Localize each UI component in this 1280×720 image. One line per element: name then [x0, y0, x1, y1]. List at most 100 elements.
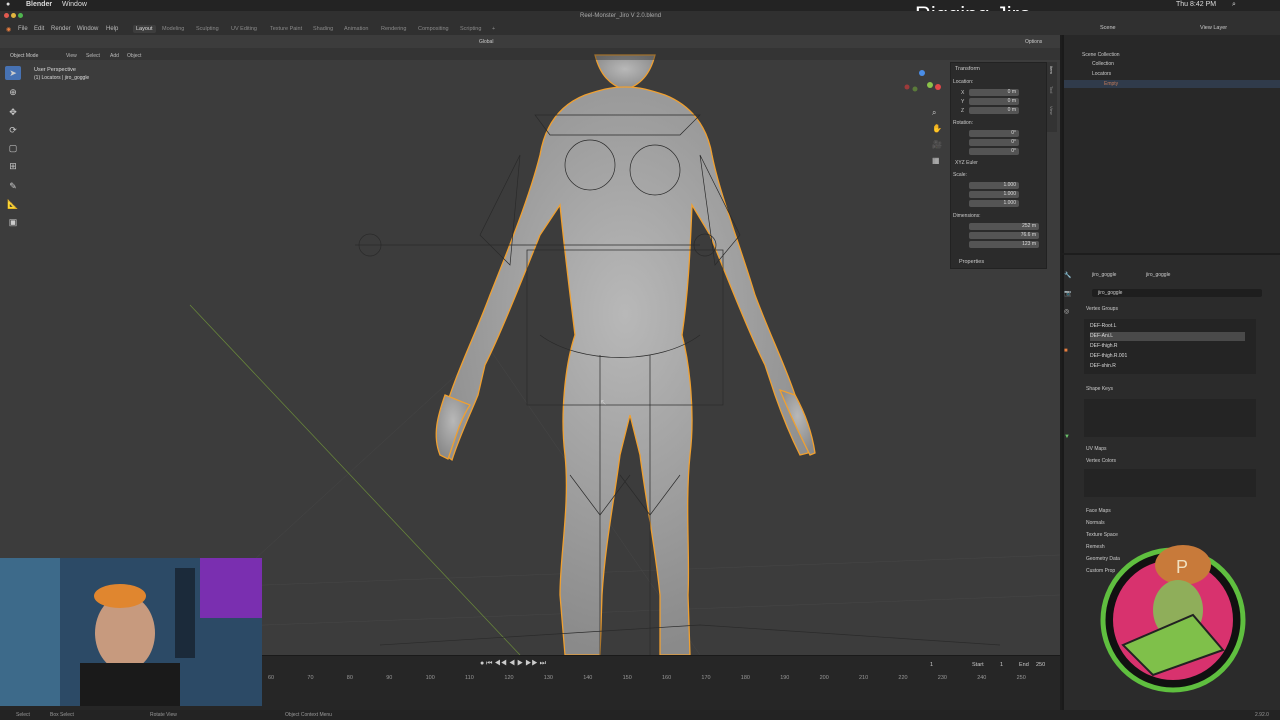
search-icon[interactable]: ⌕ — [1232, 1, 1236, 9]
vertex-colors-header[interactable]: Vertex Colors — [1086, 458, 1116, 464]
data-breadcrumb: jiro_goggle — [1146, 272, 1171, 278]
tab-uv-editing[interactable]: UV Editing — [231, 26, 257, 32]
uv-maps-header[interactable]: UV Maps — [1086, 446, 1107, 452]
add-workspace-button[interactable]: + — [492, 26, 495, 32]
object-tab-icon[interactable]: ■ — [1064, 348, 1068, 354]
playback-controls[interactable]: ● ⏮ ◀◀ ◀ ▶ ▶▶ ⏭ — [480, 660, 546, 668]
status-bar: Select Box Select Rotate View Object Con… — [0, 710, 1280, 720]
timeline-tick-label: 220 — [898, 675, 908, 681]
start-frame-field[interactable]: 1 — [1000, 662, 1003, 668]
tab-animation[interactable]: Animation — [344, 26, 368, 32]
vertex-group-item-active[interactable]: DEF-Ani.L — [1090, 332, 1245, 341]
mac-window-menu[interactable]: Window — [62, 1, 87, 8]
transform-tool-icon[interactable]: ⊞ — [5, 159, 21, 173]
scene-tab-icon[interactable]: ◎ — [1064, 308, 1069, 315]
add-menu[interactable]: Add — [110, 53, 119, 59]
scene-selector[interactable]: Scene — [1100, 25, 1116, 31]
scale-z-field[interactable]: 1.000 — [969, 200, 1019, 207]
tab-scripting[interactable]: Scripting — [460, 26, 481, 32]
view-menu[interactable]: View — [66, 53, 77, 59]
mode-selector[interactable]: Object Mode — [10, 53, 38, 59]
minimize-window-button[interactable] — [11, 13, 16, 18]
add-cube-tool-icon[interactable]: ▣ — [5, 215, 21, 229]
dimensions-x-field[interactable]: 252 m — [969, 223, 1039, 230]
tab-modeling[interactable]: Modeling — [162, 26, 184, 32]
outliner-item-locators[interactable]: Locators — [1092, 71, 1111, 77]
rotate-tool-icon[interactable]: ⟳ — [5, 123, 21, 137]
rotation-z-field[interactable]: 0° — [969, 148, 1019, 155]
tab-shading[interactable]: Shading — [313, 26, 333, 32]
dimensions-z-field[interactable]: 123 m — [969, 241, 1039, 248]
location-x-field[interactable]: 0 m — [969, 89, 1019, 96]
shape-keys-header[interactable]: Shape Keys — [1086, 386, 1113, 392]
face-maps-header[interactable]: Face Maps — [1086, 508, 1111, 514]
measure-tool-icon[interactable]: 📐 — [5, 197, 21, 211]
blender-logo-icon[interactable]: ◉ — [6, 26, 11, 33]
tab-rendering[interactable]: Rendering — [381, 26, 406, 32]
end-frame-field[interactable]: 250 — [1036, 662, 1045, 668]
zoom-view-icon[interactable]: ⌕ — [932, 108, 936, 118]
current-frame-field[interactable]: 1 — [930, 662, 933, 668]
timeline-tick-label: 60 — [268, 675, 275, 681]
status-version: 2.92.0 — [1255, 712, 1269, 718]
outliner-item-collection[interactable]: Collection — [1092, 61, 1114, 67]
tool-tab-icon[interactable]: 🔧 — [1064, 272, 1071, 279]
rotation-mode-dropdown[interactable]: XYZ Euler — [955, 160, 978, 166]
cursor-tool-icon[interactable]: ⊕ — [5, 85, 21, 99]
mac-app-name[interactable]: Blender — [26, 1, 52, 8]
menu-render[interactable]: Render — [51, 26, 71, 32]
rotation-x-field[interactable]: 0° — [969, 130, 1019, 137]
move-tool-icon[interactable]: ✥ — [5, 105, 21, 119]
outliner-scene-collection[interactable]: Scene Collection — [1082, 52, 1120, 58]
options-dropdown[interactable]: Options — [1025, 39, 1042, 45]
normals-header[interactable]: Normals — [1086, 520, 1105, 526]
ortho-toggle-icon[interactable]: ▦ — [932, 156, 940, 165]
close-window-button[interactable] — [4, 13, 9, 18]
menu-window[interactable]: Window — [77, 26, 98, 32]
tab-item[interactable]: Item — [1049, 66, 1054, 74]
scale-x-field[interactable]: 1.000 — [969, 182, 1019, 189]
zoom-window-button[interactable] — [18, 13, 23, 18]
menu-help[interactable]: Help — [106, 26, 118, 32]
navigation-gizmo[interactable] — [904, 70, 942, 92]
select-tool-icon[interactable]: ➤ — [5, 66, 21, 80]
perspective-label: User Perspective — [34, 67, 76, 73]
menu-file[interactable]: File — [18, 26, 28, 32]
timeline-tick-label: 120 — [504, 675, 514, 681]
tab-texture-paint[interactable]: Texture Paint — [270, 26, 302, 32]
scale-label: Scale: — [953, 172, 967, 178]
select-menu[interactable]: Select — [86, 53, 100, 59]
location-y-field[interactable]: 0 m — [969, 98, 1019, 105]
location-z-field[interactable]: 0 m — [969, 107, 1019, 114]
tab-sculpting[interactable]: Sculpting — [196, 26, 219, 32]
annotate-tool-icon[interactable]: ✎ — [5, 179, 21, 193]
render-tab-icon[interactable]: 📷 — [1064, 290, 1071, 297]
tab-tool[interactable]: Tool — [1049, 86, 1054, 93]
rotation-y-field[interactable]: 0° — [969, 139, 1019, 146]
object-breadcrumb: jiro_goggle — [1092, 272, 1117, 278]
tab-layout[interactable]: Layout — [133, 25, 156, 33]
object-menu[interactable]: Object — [127, 53, 141, 59]
view-layer-selector[interactable]: View Layer — [1200, 25, 1227, 31]
vertex-group-item[interactable]: DEF-Root.L — [1090, 322, 1245, 331]
menu-edit[interactable]: Edit — [34, 26, 44, 32]
apple-icon[interactable]: ● — [6, 1, 10, 8]
end-frame-label: End — [1019, 662, 1029, 668]
vertex-group-item[interactable]: DEF-thigh.R.001 — [1090, 352, 1245, 361]
dimensions-y-field[interactable]: 76.6 m — [969, 232, 1039, 239]
transform-orientation-dropdown[interactable]: Global — [479, 39, 493, 45]
scale-y-field[interactable]: 1.000 — [969, 191, 1019, 198]
mesh-data-tab-icon[interactable]: ▼ — [1064, 434, 1070, 440]
camera-view-icon[interactable]: 🎥 — [932, 140, 942, 149]
pan-view-icon[interactable]: ✋ — [932, 124, 942, 133]
vertex-groups-header[interactable]: Vertex Groups — [1086, 306, 1118, 312]
character-mesh[interactable] — [435, 54, 816, 655]
vertex-group-item[interactable]: DEF-thigh.R — [1090, 342, 1245, 351]
mesh-name-field[interactable]: jiro_goggle — [1092, 289, 1262, 297]
tab-view[interactable]: View — [1049, 106, 1054, 115]
vertex-group-item[interactable]: DEF-shin.R — [1090, 362, 1245, 371]
transform-panel-header[interactable]: Transform — [955, 66, 980, 72]
scale-tool-icon[interactable]: ▢ — [5, 141, 21, 155]
properties-panel-header[interactable]: Properties — [959, 259, 984, 265]
tab-compositing[interactable]: Compositing — [418, 26, 449, 32]
